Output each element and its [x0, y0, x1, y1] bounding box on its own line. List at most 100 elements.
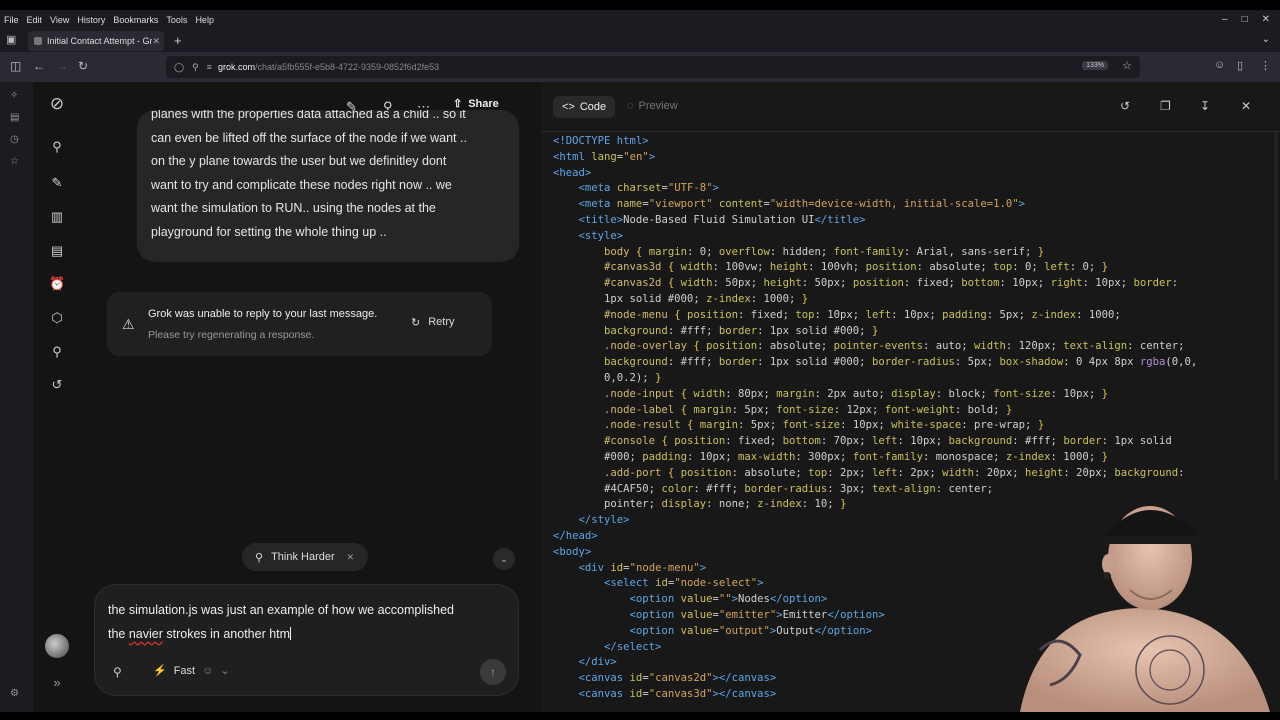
code-token: : 0;	[1069, 261, 1102, 274]
retry-button[interactable]: ↻ Retry	[411, 316, 455, 329]
maximize-icon[interactable]: □	[1242, 14, 1248, 25]
think-harder-chip[interactable]: ⚲ Think Harder ✕	[242, 543, 368, 571]
menu-view[interactable]: View	[46, 15, 73, 25]
code-token: >	[699, 561, 707, 574]
expand-sidebar-icon[interactable]: »	[49, 675, 65, 691]
attach-icon[interactable]: ⚲	[113, 665, 122, 679]
search-icon[interactable]: ⚲	[49, 139, 65, 155]
settings-gear-icon[interactable]	[13, 688, 29, 704]
lightning-icon: ⚡	[153, 665, 167, 677]
history-icon[interactable]: ◷	[10, 134, 19, 145]
menu-bookmarks[interactable]: Bookmarks	[109, 15, 162, 25]
url-path: /chat/a5fb555f-e5b8-4722-9359-0852f6d2fe…	[254, 62, 440, 72]
code-token: : 2px;	[897, 466, 943, 479]
tab-preview[interactable]: ◌ Preview	[627, 100, 678, 112]
files-icon[interactable]: ▤	[49, 243, 65, 259]
menu-help[interactable]: Help	[191, 15, 218, 25]
minimize-icon[interactable]: –	[1222, 14, 1228, 25]
code-token: : 10;	[801, 498, 841, 511]
account-icon[interactable]: ☺	[1214, 59, 1225, 71]
sidebar-toggle-icon[interactable]: ◫	[10, 59, 21, 73]
code-token: #000;	[553, 450, 643, 463]
code-token: height	[1025, 466, 1064, 479]
history-icon[interactable]: ↺	[49, 377, 65, 393]
tracking-shield-icon[interactable]: ◯	[174, 62, 184, 73]
ai-chat-icon[interactable]: ✧	[10, 90, 18, 101]
code-token: : 300px;	[795, 450, 853, 463]
user-message-bubble: planes with the properties data attached…	[137, 110, 519, 262]
code-token: width	[974, 340, 1006, 353]
code-token: .add-port	[604, 466, 662, 479]
code-token: overflow	[718, 245, 770, 258]
tasks-alarm-icon[interactable]: ⏰	[49, 276, 65, 292]
download-icon[interactable]: ↧	[1200, 99, 1210, 113]
retry-icon: ↻	[411, 317, 421, 329]
code-token: </select>	[604, 640, 662, 653]
code-token: margin	[693, 403, 732, 416]
history-icon[interactable]: ↺	[1120, 99, 1130, 113]
url-bar[interactable]: ◯ ⚲ ≡ grok.com/chat/a5fb555f-e5b8-4722-9…	[166, 56, 1140, 78]
code-token: background	[948, 435, 1013, 448]
synced-tabs-icon[interactable]: ▤	[10, 112, 19, 123]
scroll-down-button[interactable]: ⌄	[493, 548, 515, 570]
tab-overview-icon[interactable]: ▣	[6, 33, 20, 47]
tab-code[interactable]: <> Code	[553, 96, 616, 118]
code-token: right	[1050, 277, 1083, 290]
zoom-level-badge[interactable]: 133%	[1082, 61, 1108, 70]
message-composer[interactable]: the simulation.js was just an example of…	[94, 584, 519, 696]
projects-cube-icon[interactable]: ⬡	[49, 310, 65, 326]
extensions-icon[interactable]: ▯	[1237, 59, 1243, 72]
code-token: #canvas3d	[604, 261, 662, 274]
share-button[interactable]: ⇧ Share	[453, 97, 499, 111]
list-tabs-icon[interactable]: ⌄	[1262, 34, 1270, 45]
pinned-icon[interactable]: ⚲	[49, 344, 65, 360]
bookmarks-icon[interactable]: ☆	[10, 156, 19, 167]
close-window-icon[interactable]: ✕	[1262, 14, 1270, 25]
close-panel-icon[interactable]: ✕	[1241, 99, 1251, 113]
voice-icon[interactable]: ▥	[49, 209, 65, 225]
code-line: background: #fff; border: 1px solid #000…	[553, 355, 1273, 371]
copy-icon[interactable]: ❐	[1160, 99, 1171, 113]
app-menu-icon[interactable]: ⋮	[1260, 59, 1271, 72]
composer-input[interactable]: the simulation.js was just an example of…	[108, 599, 508, 646]
code-token: left	[871, 466, 898, 479]
chip-close-icon[interactable]: ✕	[347, 552, 355, 563]
reload-icon[interactable]: ↻	[78, 59, 88, 73]
avatar[interactable]	[45, 634, 69, 658]
code-line: .node-input { width: 80px; margin: 2px a…	[553, 387, 1273, 403]
new-tab-icon[interactable]: +	[174, 33, 182, 48]
code-token: </option>	[769, 593, 828, 606]
menu-tools[interactable]: Tools	[162, 15, 191, 25]
code-token: }	[840, 498, 847, 511]
bookmark-star-icon[interactable]: ☆	[1122, 59, 1132, 72]
model-mode-selector[interactable]: ⚡ Fast ☺ ⌄	[153, 664, 230, 678]
code-token: >	[757, 577, 764, 590]
code-token: "canvas2d"	[648, 672, 713, 685]
forward-icon[interactable]: →	[56, 59, 68, 73]
menu-edit[interactable]: Edit	[23, 15, 47, 25]
code-token: body	[604, 245, 630, 258]
menu-history[interactable]: History	[73, 15, 109, 25]
code-token: ></canvas>	[712, 687, 777, 700]
composer-line: the navier strokes in another htm	[108, 623, 508, 647]
lock-icon[interactable]: ⚲	[192, 62, 199, 73]
error-title: Grok was unable to reply to your last me…	[148, 308, 378, 320]
code-token: id	[629, 687, 643, 700]
code-token: : 10px;	[999, 277, 1051, 290]
code-token: : 70px;	[820, 435, 872, 448]
code-token: color	[661, 482, 694, 495]
code-token: : bold;	[954, 403, 1006, 416]
menu-file[interactable]: File	[0, 15, 23, 25]
back-icon[interactable]: ←	[33, 59, 45, 73]
permissions-icon[interactable]: ≡	[207, 62, 212, 72]
tab-close-icon[interactable]: ✕	[152, 36, 160, 47]
send-button[interactable]: ↑	[480, 659, 506, 685]
browser-tab-active[interactable]: Initial Contact Attempt - Gr ✕	[28, 31, 164, 51]
grok-logo-icon[interactable]: ⊘	[49, 95, 65, 112]
new-chat-icon[interactable]: ✎	[49, 175, 65, 191]
code-token: Output	[776, 624, 815, 637]
